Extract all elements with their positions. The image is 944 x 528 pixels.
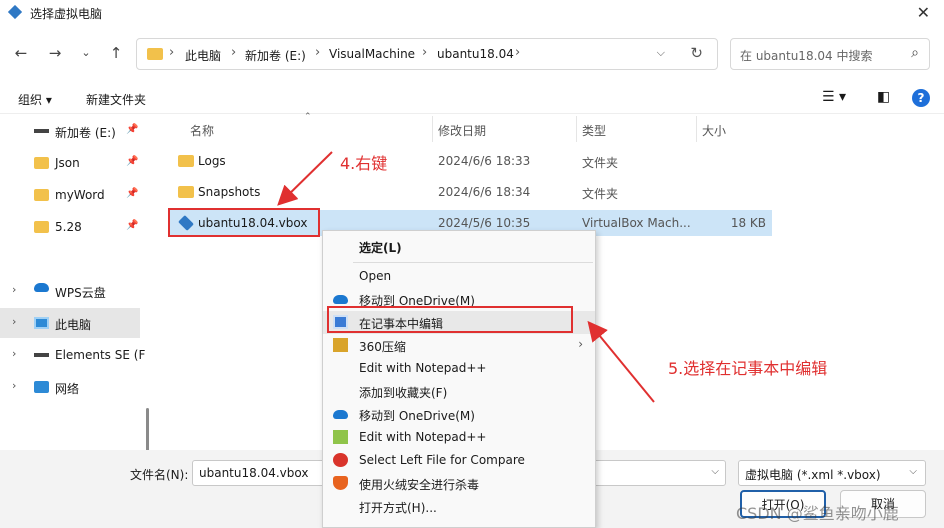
watermark: CSDN @鲨鱼亲吻小鹿 — [736, 504, 899, 523]
arrow-step5 — [587, 320, 655, 403]
arrow-step4 — [277, 151, 333, 206]
annotation-arrows — [277, 151, 655, 403]
